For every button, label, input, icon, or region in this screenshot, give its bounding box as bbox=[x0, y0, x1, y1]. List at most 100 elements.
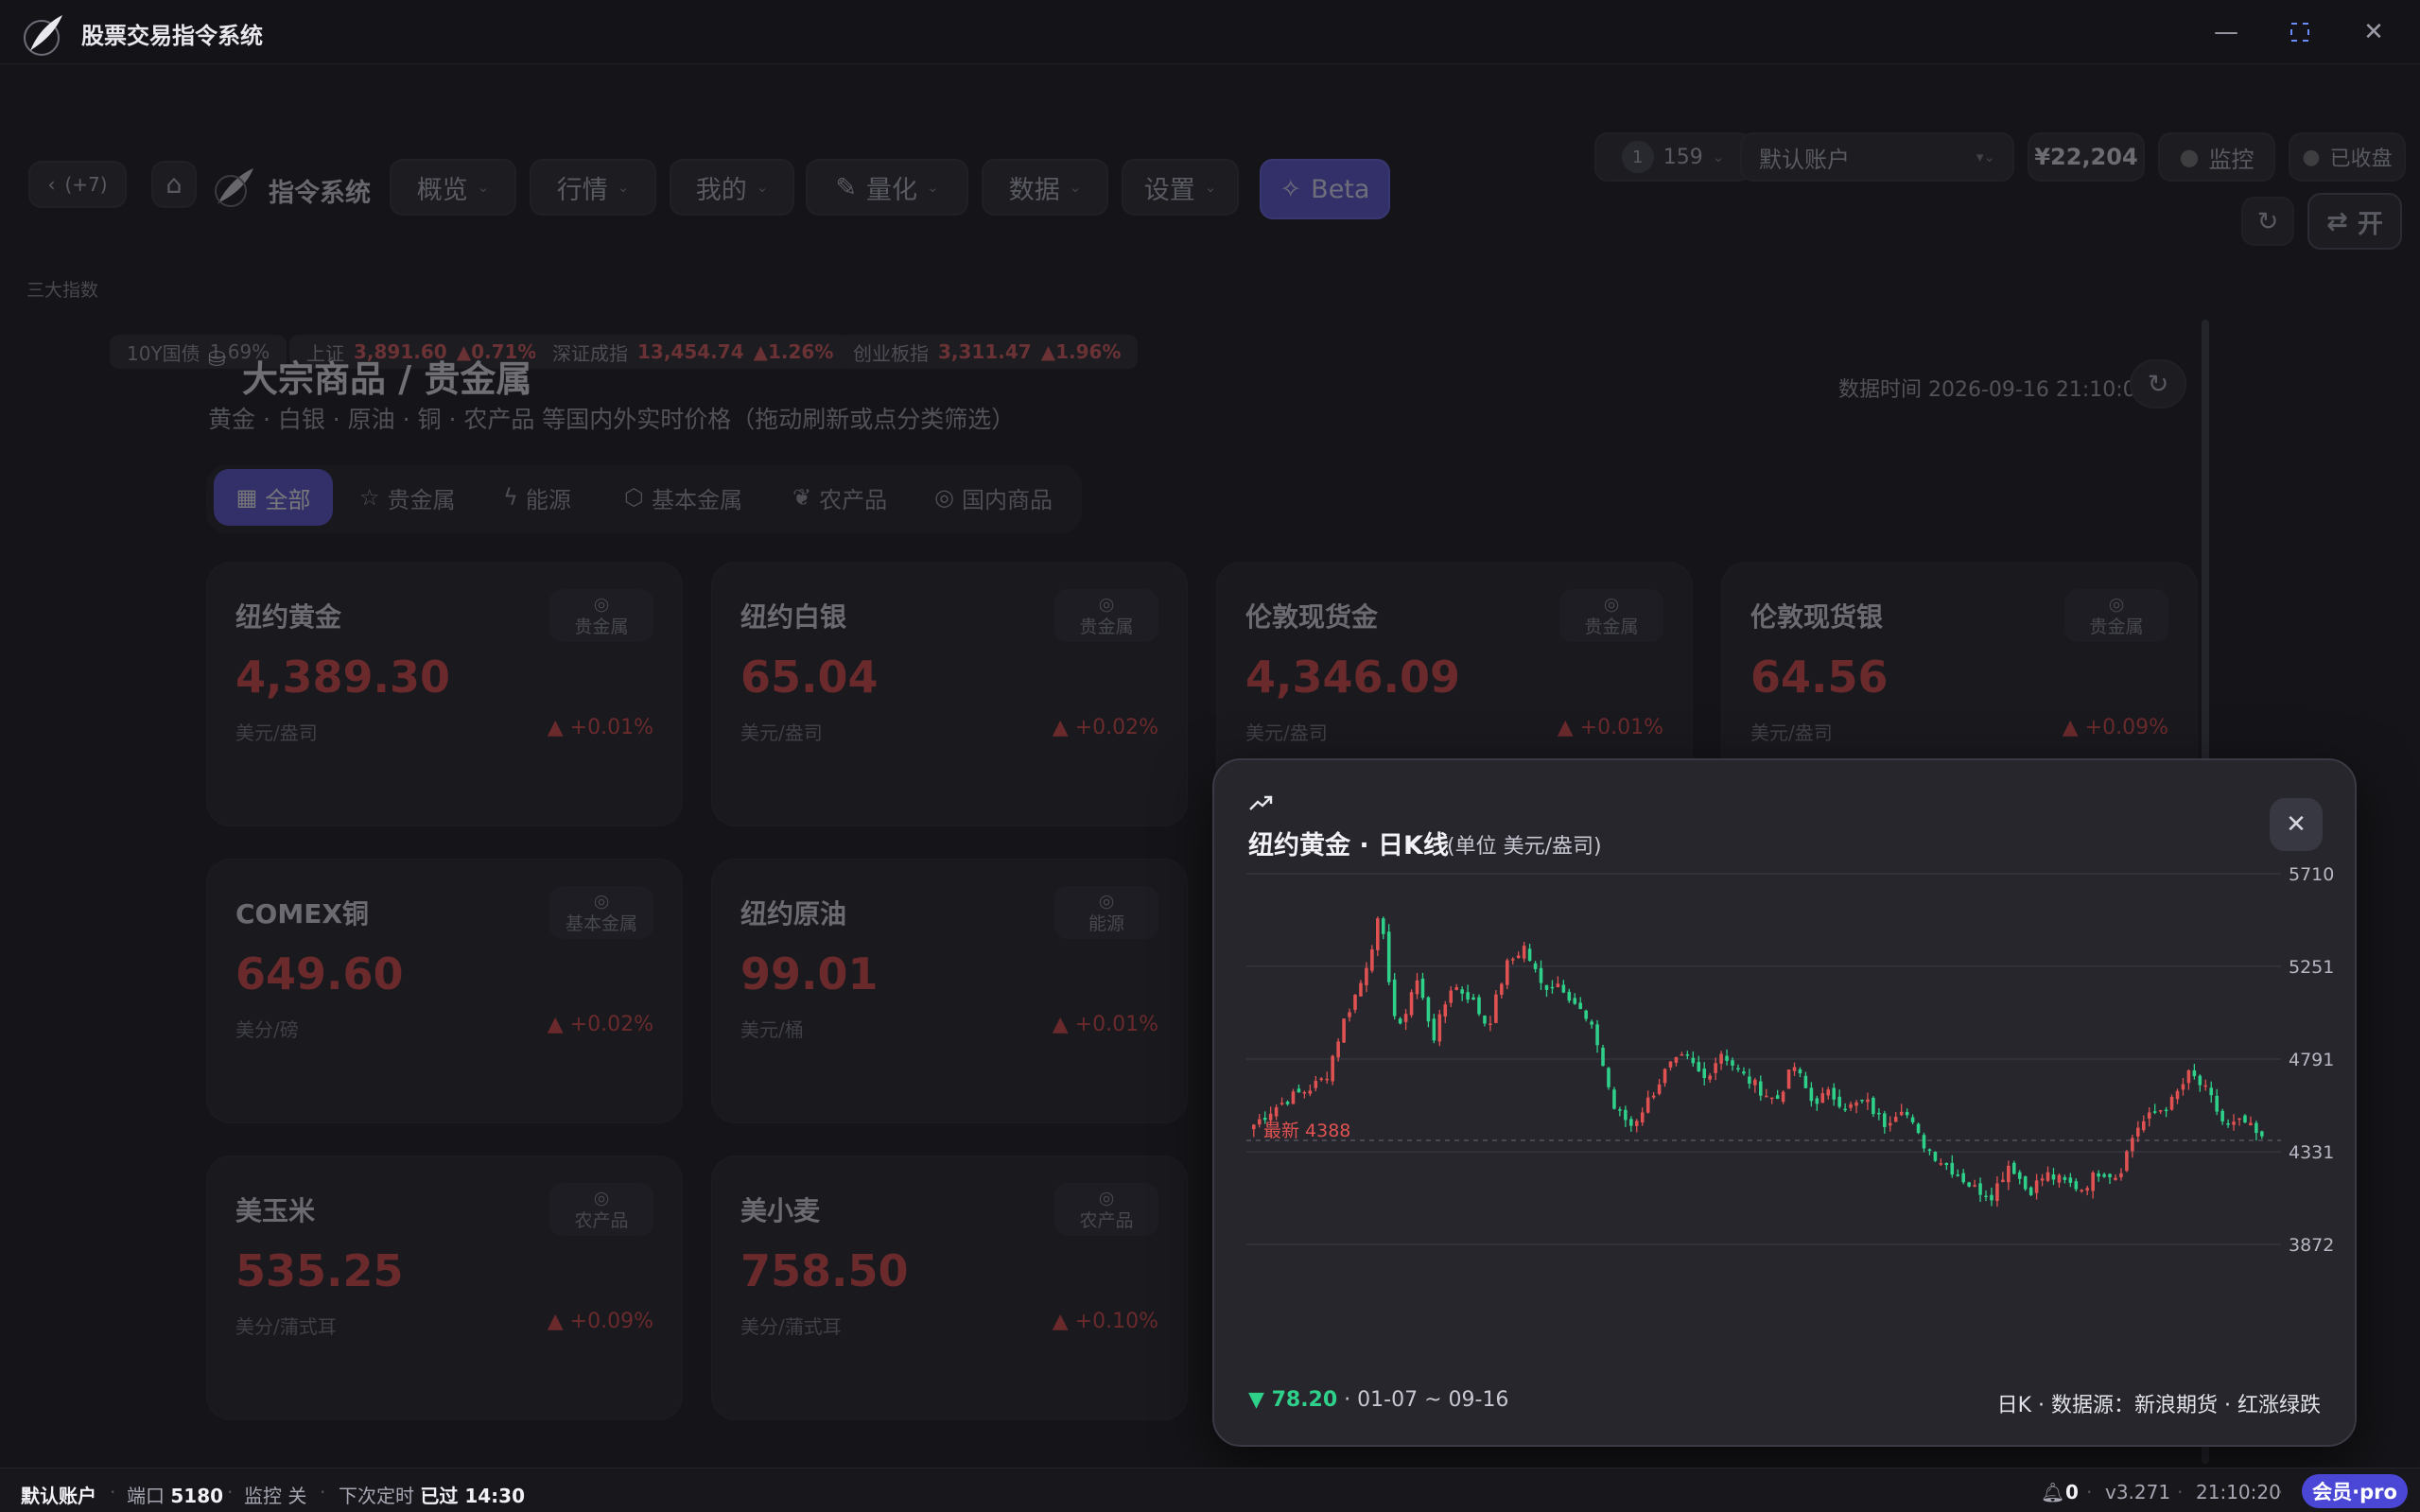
globe-icon: ◎ bbox=[593, 891, 610, 912]
maximize-button[interactable] bbox=[2281, 13, 2319, 51]
commodity-card[interactable]: 美玉米 ◎ 农产品 535.25 美分/蒲式耳 ▲ +0.09% bbox=[206, 1156, 683, 1420]
commodity-card[interactable]: COMEX铜 ◎ 基本金属 649.60 美分/磅 ▲ +0.02% bbox=[206, 859, 683, 1123]
bell-icon[interactable]: 🔔︎ bbox=[2041, 1481, 2064, 1503]
tab-precious-metals[interactable]: ☆ 贵金属 bbox=[359, 469, 456, 526]
card-unit: 美元/盎司 bbox=[740, 721, 823, 744]
y-tick-label: 5710 bbox=[2289, 864, 2334, 885]
commodity-card[interactable]: 美小麦 ◎ 农产品 758.50 美分/蒲式耳 ▲ +0.10% bbox=[711, 1156, 1188, 1420]
tab-domestic[interactable]: ◎ 国内商品 bbox=[934, 469, 1053, 526]
beta-button[interactable]: ✧ Beta bbox=[1260, 159, 1390, 219]
status-dot-icon: ● bbox=[2179, 144, 2200, 170]
refresh-icon: ↻ bbox=[2256, 206, 2279, 236]
sync-icon: ⇄ bbox=[2326, 206, 2348, 236]
candle-body bbox=[1348, 1012, 1351, 1017]
tab-all[interactable]: ▦ 全部 bbox=[214, 469, 333, 526]
nav-market[interactable]: 行情 ⌄ bbox=[530, 159, 656, 216]
tab-label: 国内商品 bbox=[961, 486, 1053, 513]
beta-label: Beta bbox=[1311, 174, 1370, 204]
app-version: v3.271 bbox=[2105, 1481, 2171, 1503]
candle-body bbox=[1449, 990, 1454, 1003]
candle-body bbox=[2028, 1187, 2033, 1195]
refresh-icon: ↻ bbox=[2147, 369, 2169, 399]
card-name: 伦敦现货银 bbox=[1750, 601, 1884, 633]
card-name: 美玉米 bbox=[235, 1195, 316, 1226]
candle-body bbox=[2017, 1172, 2022, 1179]
nav-settings[interactable]: 设置 ⌄ bbox=[1122, 159, 1239, 216]
tab-agriculture[interactable]: ❦ 农产品 bbox=[792, 469, 887, 526]
close-window-button[interactable]: ✕ bbox=[2355, 13, 2393, 51]
latest-price-label: 最新 4388 bbox=[1263, 1121, 1350, 1141]
monitor-status[interactable]: ● 监控 bbox=[2158, 132, 2275, 182]
back-button[interactable]: ‹ (+7) bbox=[28, 161, 127, 208]
card-change: ▲ +0.02% bbox=[1052, 716, 1158, 739]
candle-body bbox=[2152, 1111, 2157, 1113]
chevron-left-icon: ‹ bbox=[47, 173, 56, 196]
candle-body bbox=[1753, 1079, 1757, 1086]
candle-body bbox=[1832, 1087, 1836, 1100]
membership-badge[interactable]: 会员·pro bbox=[2302, 1474, 2408, 1508]
nav-mine[interactable]: 我的 ⌄ bbox=[670, 159, 794, 216]
refresh-button[interactable]: ↻ bbox=[2241, 197, 2294, 246]
candle-body bbox=[1944, 1162, 1949, 1166]
candle-body bbox=[1516, 955, 1521, 959]
clock: 21:10:20 bbox=[2196, 1481, 2281, 1503]
card-price: 758.50 bbox=[740, 1245, 909, 1296]
minimize-button[interactable]: — bbox=[2207, 13, 2245, 51]
candle-body bbox=[2186, 1069, 2191, 1084]
commodity-card[interactable]: 纽约白银 ◎ 贵金属 65.04 美元/盎司 ▲ +0.02% bbox=[711, 562, 1188, 826]
candle-body bbox=[1550, 986, 1555, 989]
account-select[interactable]: 默认账户 ▾⌄ bbox=[1740, 132, 2014, 182]
globe-icon: ◎ bbox=[1098, 1188, 1115, 1208]
card-category-label: 贵金属 bbox=[574, 617, 629, 637]
status-next-label: 下次定时 bbox=[339, 1485, 414, 1507]
index-chip[interactable]: 创业板指 3,311.47 ▲1.96% bbox=[836, 335, 1139, 369]
commodity-card[interactable]: 纽约黄金 ◎ 贵金属 4,389.30 美元/盎司 ▲ +0.01% bbox=[206, 562, 683, 826]
candle-body bbox=[1854, 1102, 1858, 1106]
trend-up-icon bbox=[1248, 794, 1273, 813]
card-change: ▲ +0.01% bbox=[547, 716, 653, 739]
counter-dropdown[interactable]: 1 159 ⌄ bbox=[1594, 132, 1751, 182]
candle-body bbox=[1573, 998, 1577, 1004]
card-name: 纽约白银 bbox=[740, 601, 847, 633]
candle-body bbox=[1437, 1014, 1442, 1042]
back-count: (+7) bbox=[64, 173, 108, 196]
candle-body bbox=[2063, 1176, 2067, 1180]
chevron-down-icon: ▾⌄ bbox=[1976, 148, 1995, 165]
tab-base-metals[interactable]: ⬡ 基本金属 bbox=[624, 469, 742, 526]
star-icon: ☆ bbox=[359, 484, 380, 511]
candle-body bbox=[1308, 1090, 1313, 1094]
tab-label: 全部 bbox=[265, 486, 311, 513]
candle-body bbox=[2034, 1180, 2039, 1193]
candle-body bbox=[2249, 1122, 2253, 1126]
monitor-label: 监控 bbox=[2208, 146, 2255, 173]
candle-body bbox=[1381, 918, 1385, 934]
nav-overview[interactable]: 概览 ⌄ bbox=[390, 159, 516, 216]
card-category-label: 贵金属 bbox=[2089, 617, 2144, 637]
index-value: 3,311.47 bbox=[938, 340, 1032, 363]
commodity-card[interactable]: 纽约原油 ◎ 能源 99.01 美元/桶 ▲ +0.01% bbox=[711, 859, 1188, 1123]
card-name: 美小麦 bbox=[740, 1195, 821, 1226]
card-name: 纽约原油 bbox=[740, 898, 847, 930]
home-button[interactable]: ⌂ bbox=[151, 161, 197, 208]
candle-body bbox=[1849, 1104, 1853, 1108]
auto-refresh-toggle[interactable]: ⇄ 开 bbox=[2307, 193, 2402, 250]
nav-quant[interactable]: ✎ 量化 ⌄ bbox=[806, 159, 968, 216]
candle-body bbox=[2203, 1085, 2208, 1087]
card-unit: 美元/桶 bbox=[740, 1018, 804, 1041]
candle-body bbox=[2209, 1087, 2214, 1096]
candle-body bbox=[1291, 1091, 1296, 1104]
candle-body bbox=[2141, 1121, 2146, 1131]
candle-body bbox=[1792, 1067, 1797, 1071]
nav-label: 量化 bbox=[866, 175, 918, 205]
tab-energy[interactable]: ϟ 能源 bbox=[503, 469, 571, 526]
candle-body bbox=[1618, 1109, 1622, 1111]
nav-data[interactable]: 数据 ⌄ bbox=[982, 159, 1108, 216]
status-dot-icon: ● bbox=[2302, 145, 2321, 169]
chevron-down-icon: ⌄ bbox=[1712, 148, 1725, 165]
index-chip[interactable]: 深证成指 13,454.74 ▲1.26% bbox=[535, 335, 851, 369]
chart-source: 日K · 数据源：新浪期货 · 红涨绿跌 bbox=[1996, 1394, 2321, 1417]
refresh-data-button[interactable]: ↻ bbox=[2130, 359, 2186, 408]
kline-chart[interactable]: 5710 5251 4791 4331 3872 最新 4388 bbox=[1214, 855, 2359, 1299]
close-modal-button[interactable]: ✕ bbox=[2270, 798, 2323, 851]
candle-body bbox=[1697, 1062, 1701, 1072]
